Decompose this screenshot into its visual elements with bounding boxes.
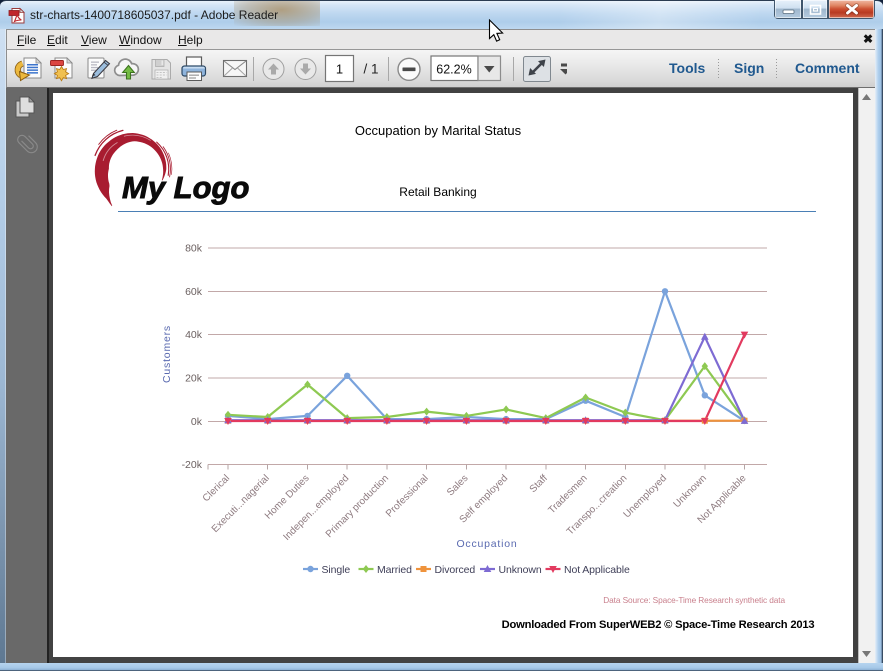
svg-text:Not Applicable: Not Applicable — [564, 564, 630, 576]
svg-text:Occupation: Occupation — [456, 538, 517, 550]
svg-text:Married: Married — [377, 564, 412, 576]
svg-text:Indepen...employed: Indepen...employed — [281, 473, 351, 543]
svg-text:Unknown: Unknown — [499, 564, 542, 576]
svg-text:Tradesmen: Tradesmen — [546, 473, 589, 516]
svg-text:0k: 0k — [191, 416, 203, 428]
svg-text:Professional: Professional — [384, 473, 431, 520]
svg-text:60k: 60k — [185, 286, 203, 298]
svg-text:Clerical: Clerical — [201, 473, 232, 504]
svg-text:62.2%: 62.2% — [436, 63, 471, 77]
svg-text:My Logo: My Logo — [122, 170, 249, 205]
svg-text:1: 1 — [336, 62, 343, 77]
svg-text:Customers: Customers — [161, 325, 173, 383]
svg-text:Sales: Sales — [445, 473, 470, 498]
svg-text:/ 1: / 1 — [364, 62, 379, 77]
svg-text:Staff: Staff — [528, 473, 550, 495]
svg-text:Single: Single — [322, 564, 351, 576]
svg-text:Divorced: Divorced — [435, 564, 476, 576]
svg-text:20k: 20k — [185, 373, 203, 385]
svg-text:-20k: -20k — [182, 459, 203, 471]
svg-text:40k: 40k — [185, 329, 203, 341]
svg-text:80k: 80k — [185, 243, 203, 255]
svg-text:Unknown: Unknown — [672, 473, 709, 510]
